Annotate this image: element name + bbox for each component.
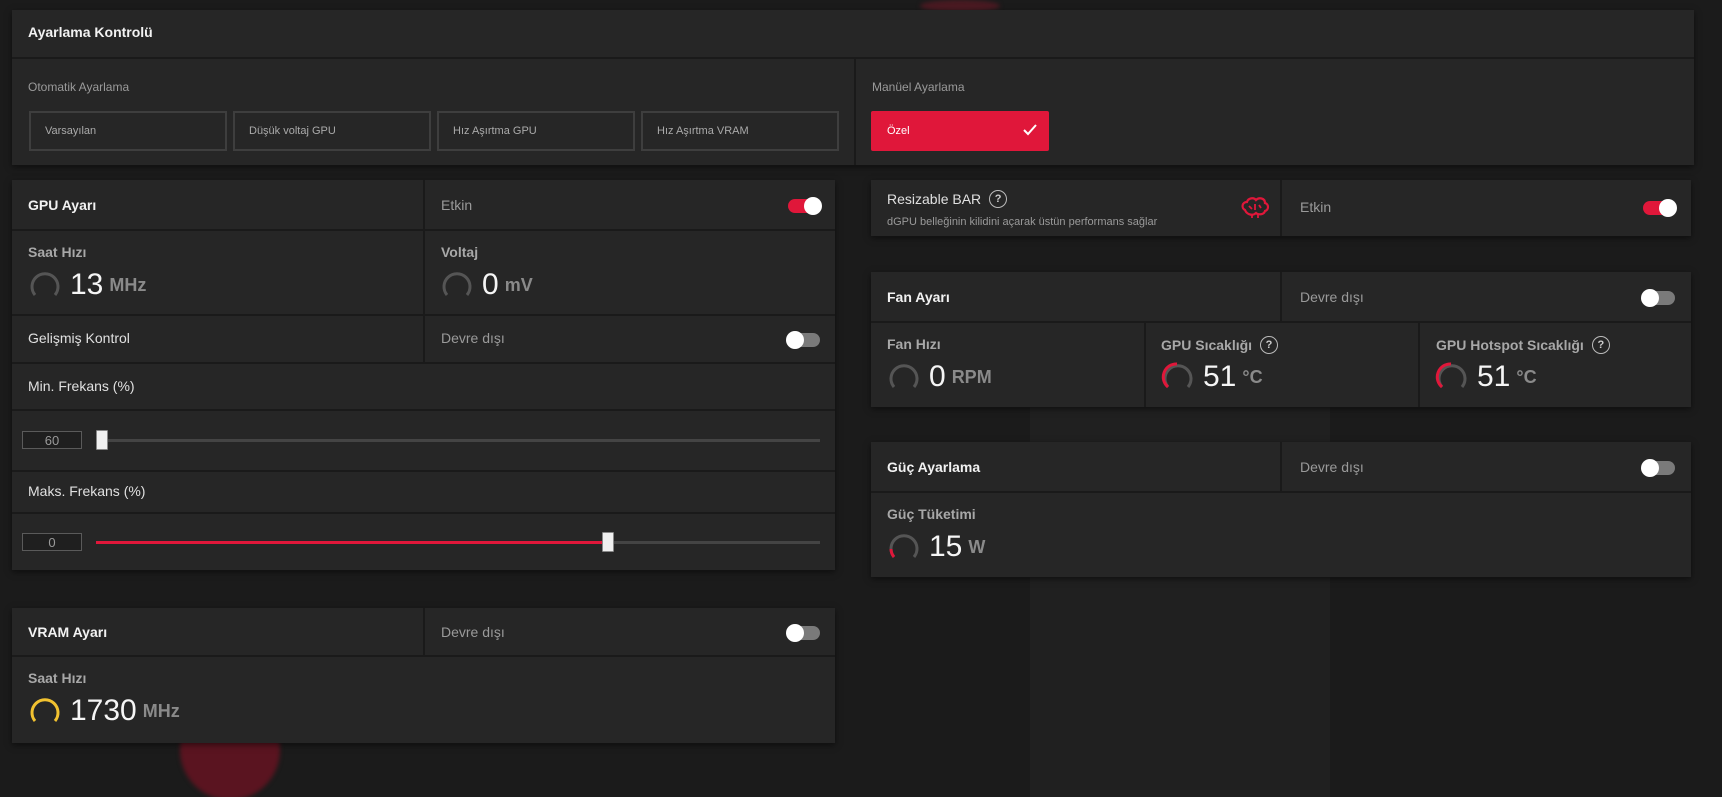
advanced-control-toggle[interactable] — [786, 331, 820, 349]
custom-tuning-button[interactable]: Özel — [871, 111, 1049, 151]
help-icon[interactable]: ? — [1591, 336, 1610, 354]
gpu-tuning-panel: GPU Ayarı Etkin Saat Hızı 13 MHz Voltaj … — [12, 180, 835, 570]
fan-tuning-toggle[interactable] — [1641, 289, 1675, 307]
gpu-voltage-label: Voltaj — [441, 244, 479, 260]
min-frequency-label: Min. Frekans (%) — [28, 378, 135, 394]
resizable-bar-panel: Resizable BAR ? dGPU belleğinin kilidini… — [871, 180, 1691, 236]
manual-tuning-label: Manüel Ayarlama — [872, 80, 965, 94]
vram-tuning-toggle[interactable] — [786, 624, 820, 642]
max-frequency-value[interactable]: 0 — [22, 533, 82, 551]
vram-clock-metric: 1730 MHz — [28, 694, 180, 728]
min-frequency-slider-thumb[interactable] — [96, 430, 108, 450]
hotspot-temperature-label: GPU Hotspot Sıcaklığı ? — [1436, 336, 1610, 354]
auto-tuning-label: Otomatik Ayarlama — [28, 80, 130, 94]
power-consumption-gauge-icon — [889, 534, 919, 558]
power-tuning-title: Güç Ayarlama — [887, 459, 981, 475]
advanced-control-label: Gelişmiş Kontrol — [28, 330, 130, 346]
resizable-bar-state: Etkin — [1300, 199, 1332, 215]
fan-speed-label: Fan Hızı — [887, 336, 941, 352]
resizable-bar-title: Resizable BAR ? — [887, 190, 1008, 208]
preset-overclock-gpu-button[interactable]: Hız Aşırtma GPU — [437, 111, 635, 151]
gpu-tuning-state: Etkin — [441, 197, 473, 213]
vram-tuning-state: Devre dışı — [441, 624, 505, 640]
vram-clock-label: Saat Hızı — [28, 670, 87, 686]
min-frequency-value[interactable]: 60 — [22, 431, 82, 449]
gpu-temperature-gauge-icon — [1161, 362, 1193, 389]
power-consumption-label: Güç Tüketimi — [887, 506, 976, 522]
gpu-tuning-toggle[interactable] — [788, 197, 822, 215]
max-frequency-slider-fill — [96, 541, 608, 544]
max-frequency-label: Maks. Frekans (%) — [28, 483, 146, 499]
tuning-control-title: Ayarlama Kontrolü — [28, 24, 153, 40]
gpu-clock-metric: 13 MHz — [28, 268, 146, 302]
preset-undervolt-button[interactable]: Düşük voltaj GPU — [233, 111, 431, 151]
help-icon[interactable]: ? — [1260, 336, 1279, 354]
fan-speed-metric: 0 RPM — [887, 360, 992, 394]
power-tuning-panel: Güç Ayarlama Devre dışı Güç Tüketimi 15 … — [871, 442, 1691, 577]
hotspot-temperature-metric: 51 °C — [1435, 360, 1537, 394]
power-consumption-metric: 15 W — [887, 530, 985, 564]
brain-icon — [1241, 197, 1270, 218]
check-icon — [1023, 124, 1037, 136]
resizable-bar-description: dGPU belleğinin kilidini açarak üstün pe… — [887, 216, 1158, 228]
fan-tuning-state: Devre dışı — [1300, 289, 1364, 305]
fan-speed-gauge-icon — [889, 364, 919, 388]
fan-tuning-panel: Fan Ayarı Devre dışı Fan Hızı 0 RPM GPU … — [871, 272, 1691, 407]
fan-tuning-title: Fan Ayarı — [887, 289, 950, 305]
gpu-temperature-label: GPU Sıcaklığı ? — [1161, 336, 1279, 354]
help-icon[interactable]: ? — [989, 190, 1008, 208]
gpu-voltage-metric: 0 mV — [440, 268, 533, 302]
preset-overclock-vram-button[interactable]: Hız Aşırtma VRAM — [641, 111, 839, 151]
tuning-control-panel: Ayarlama Kontrolü Otomatik Ayarlama Manü… — [12, 10, 1694, 165]
power-tuning-toggle[interactable] — [1641, 459, 1675, 477]
hotspot-temperature-gauge-icon — [1435, 362, 1467, 389]
gpu-voltage-gauge-icon — [442, 272, 472, 296]
power-tuning-state: Devre dışı — [1300, 459, 1364, 475]
gpu-temperature-metric: 51 °C — [1161, 360, 1263, 394]
vram-clock-gauge-icon — [30, 698, 60, 722]
min-frequency-slider-track[interactable] — [96, 439, 820, 442]
advanced-control-state: Devre dışı — [441, 330, 505, 346]
vram-tuning-panel: VRAM Ayarı Devre dışı Saat Hızı 1730 MHz — [12, 608, 835, 743]
gpu-clock-label: Saat Hızı — [28, 244, 87, 260]
gpu-tuning-title: GPU Ayarı — [28, 197, 97, 213]
max-frequency-slider-thumb[interactable] — [601, 532, 614, 552]
preset-default-button[interactable]: Varsayılan — [29, 111, 227, 151]
gpu-clock-gauge-icon — [30, 272, 60, 296]
vram-tuning-title: VRAM Ayarı — [28, 624, 108, 640]
resizable-bar-toggle[interactable] — [1643, 199, 1677, 217]
